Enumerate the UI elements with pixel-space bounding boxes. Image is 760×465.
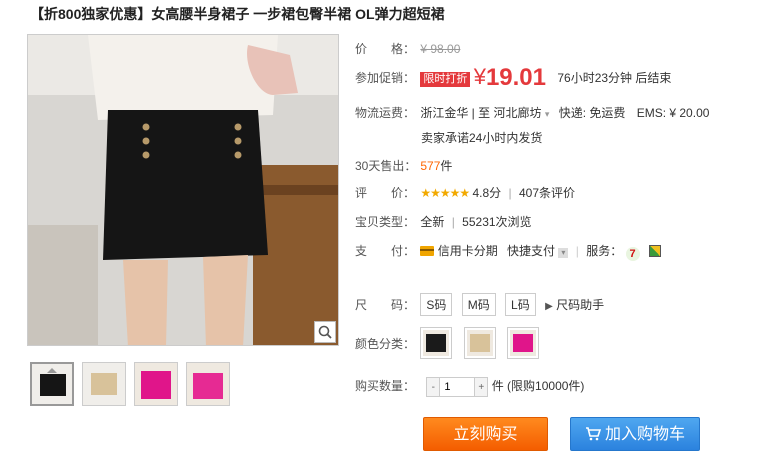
dropdown-icon[interactable]: ▾ <box>558 248 569 258</box>
item-condition: 全新 <box>420 215 445 229</box>
sales-row: 30天售出： 577件 <box>355 157 452 174</box>
zoom-icon[interactable] <box>314 321 336 343</box>
buy-now-button[interactable]: 立刻购买 <box>423 417 548 451</box>
item-type-label: 宝贝类型： <box>355 215 416 229</box>
sales-label: 30天售出： <box>355 159 417 173</box>
increment-button[interactable]: + <box>475 378 488 396</box>
quantity-label: 购买数量： <box>355 379 416 394</box>
review-count-link[interactable]: 407条评价 <box>519 186 575 200</box>
product-page: { "title": "【折800独家优惠】女高腰半身裙子 一步裙包臀半裙 OL… <box>0 0 760 465</box>
thumbnail-khaki[interactable] <box>82 362 126 406</box>
promo-label: 参加促销： <box>355 71 416 85</box>
quantity-stepper: - + <box>426 377 489 397</box>
size-option-s[interactable]: S码 <box>420 293 453 316</box>
shipping-label: 物流运费： <box>355 106 416 120</box>
service-label: 服务： <box>586 244 623 258</box>
color-row: 颜色分类： <box>355 327 547 359</box>
countdown: 76小时23分钟 后结束 <box>557 71 672 85</box>
decrement-button[interactable]: - <box>427 378 440 396</box>
size-helper-link[interactable]: 尺码助手 <box>556 298 604 312</box>
price-row: 价 格： ¥ 98.00 <box>355 40 460 57</box>
rating-label: 评 价： <box>355 186 416 200</box>
rating-score: 4.8分 <box>472 186 502 200</box>
quantity-input[interactable] <box>439 378 476 396</box>
thumbnail-black[interactable] <box>30 362 74 406</box>
size-label: 尺 码： <box>355 298 416 312</box>
color-option-black[interactable] <box>420 327 453 359</box>
promo-row: 参加促销： 限时打折 ¥19.01 76小时23分钟 后结束 <box>355 64 671 92</box>
shipping-row: 物流运费： 浙江金华 | 至 河北廊坊 ▾ 快递: 免运费 EMS: ¥ 20.… <box>355 104 709 121</box>
thumbnail-rose-1[interactable] <box>134 362 178 406</box>
thumbnail-rose-2[interactable] <box>186 362 230 406</box>
quantity-unit: 件 <box>491 379 504 394</box>
size-option-m[interactable]: M码 <box>461 293 496 316</box>
shipping-route[interactable]: 浙江金华 | 至 河北廊坊 <box>420 106 541 120</box>
view-count: 55231次浏览 <box>462 215 532 229</box>
rating-stars-icon: ★★★★★ <box>420 186 470 200</box>
sales-count: 577 <box>420 159 441 173</box>
credit-card-icon <box>420 246 435 256</box>
add-to-cart-button[interactable]: 加入购物车 <box>570 417 700 451</box>
rating-row: 评 价： ★★★★★ 4.8分 | 407条评价 <box>355 186 576 200</box>
quantity-row: 购买数量： - + 件 (限购10000件) <box>355 377 584 397</box>
quick-pay[interactable]: 快捷支付 <box>507 244 555 258</box>
add-to-cart-label: 加入购物车 <box>604 426 685 443</box>
sale-price: 19.01 <box>485 64 546 91</box>
chevron-down-icon[interactable]: ▾ <box>545 109 550 119</box>
promo-tag: 限时打折 <box>420 72 471 87</box>
caret-right-icon: ▶ <box>545 301 553 312</box>
seven-day-return-icon[interactable]: 7 <box>625 247 640 261</box>
product-title: 【折800独家优惠】女高腰半身裙子 一步裙包臀半裙 OL弹力超短裙 <box>30 6 445 22</box>
express-fee: 快递: 免运费 <box>558 106 626 120</box>
payment-label: 支 付： <box>355 244 416 258</box>
size-row: 尺 码： S码 M码 L码 ▶ 尺码助手 <box>355 293 604 316</box>
price-label: 价 格： <box>355 42 416 56</box>
size-option-l[interactable]: L码 <box>505 293 536 316</box>
payment-row: 支 付： 信用卡分期 快捷支付 ▾ | 服务： 7 <box>355 242 661 261</box>
color-option-rose[interactable] <box>507 327 540 359</box>
currency-symbol: ¥ <box>473 64 486 89</box>
ship-promise: 卖家承诺24小时内发货 <box>421 131 543 145</box>
main-product-image[interactable] <box>27 34 339 346</box>
purchase-limit: (限购10000件) <box>507 379 585 394</box>
ems-fee: EMS: ¥ 20.00 <box>636 106 710 120</box>
original-price: ¥ 98.00 <box>420 42 461 56</box>
cart-icon <box>585 420 602 454</box>
color-label: 颜色分类： <box>355 336 416 351</box>
sales-unit: 件 <box>440 159 453 173</box>
item-type-row: 宝贝类型： 全新 | 55231次浏览 <box>355 215 532 229</box>
thumbnail-strip <box>30 362 230 406</box>
color-option-khaki[interactable] <box>463 327 496 359</box>
credit-installment[interactable]: 信用卡分期 <box>438 244 498 258</box>
guarantee-icon[interactable] <box>648 245 661 257</box>
